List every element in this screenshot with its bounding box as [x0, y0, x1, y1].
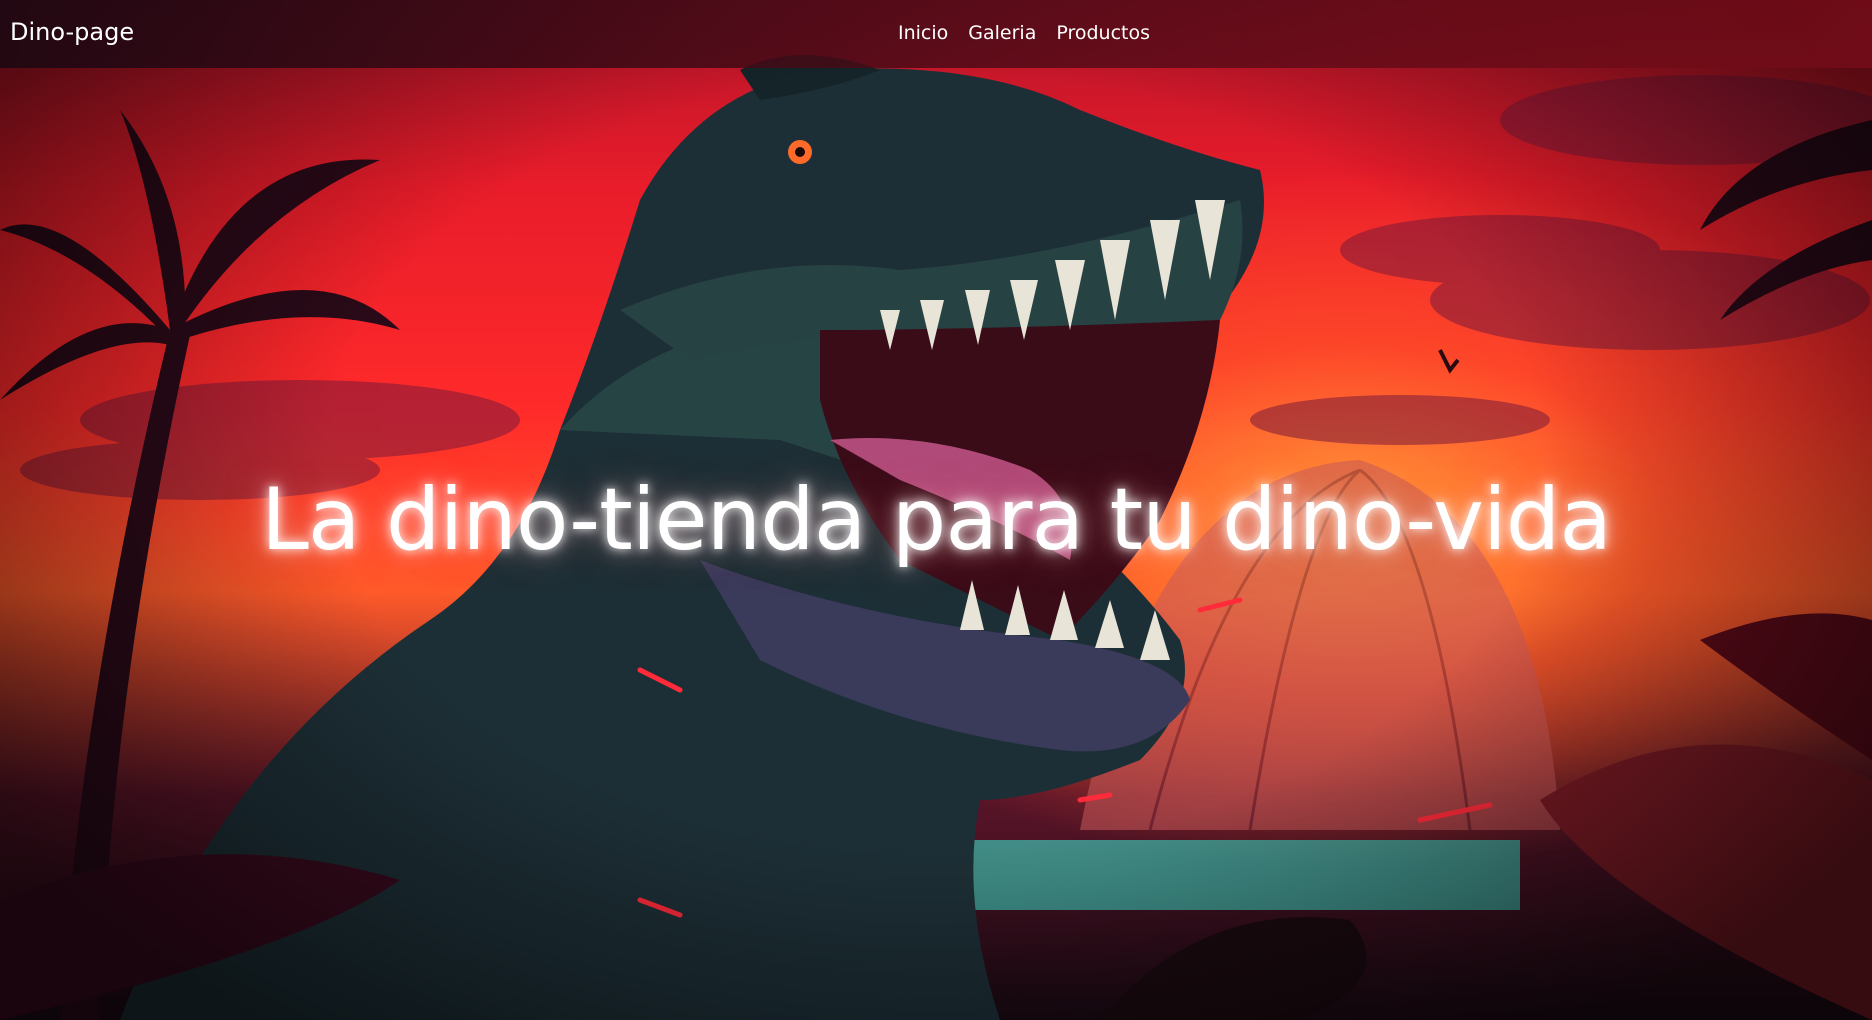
bird	[1438, 349, 1460, 374]
page: Dino-page Inicio Galeria Productos La di…	[0, 0, 1872, 1020]
nav-links: Inicio Galeria Productos	[898, 22, 1150, 44]
water	[960, 840, 1520, 910]
brand-logo-link[interactable]: Dino-page	[10, 18, 134, 46]
nav-link-inicio[interactable]: Inicio	[898, 22, 948, 44]
nav-link-productos[interactable]: Productos	[1056, 22, 1150, 44]
hero-title: La dino-tienda para tu dino-vida	[260, 470, 1612, 570]
navbar: Dino-page Inicio Galeria Productos	[0, 0, 1872, 68]
nav-link-galeria[interactable]: Galeria	[968, 22, 1036, 44]
